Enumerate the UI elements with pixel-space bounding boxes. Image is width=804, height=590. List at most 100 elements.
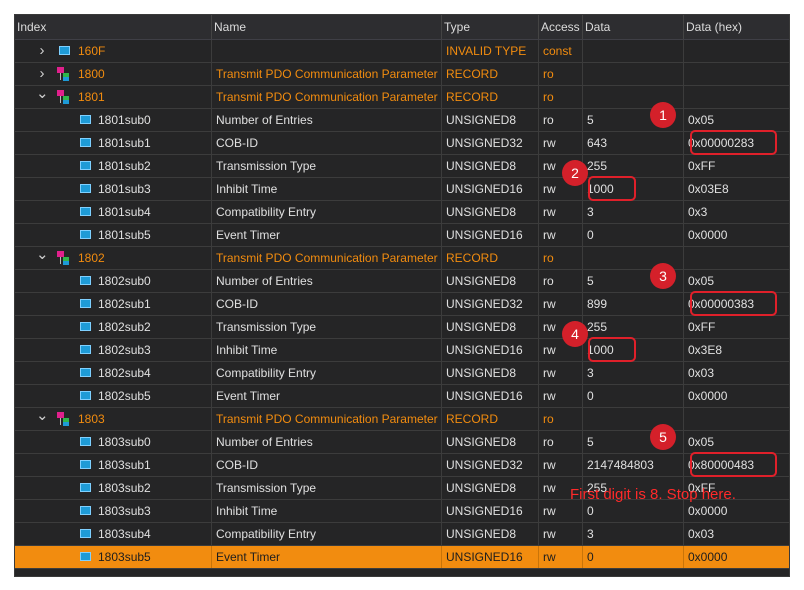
type-cell: UNSIGNED16 [442,385,539,407]
type-cell: UNSIGNED16 [442,224,539,246]
access-cell: rw [539,224,583,246]
collapse-chevron-icon[interactable]: ⌄ [36,247,49,269]
variable-icon [80,460,91,469]
hex-cell [684,86,789,108]
type-cell: UNSIGNED16 [442,546,539,568]
hex-cell: 0x3 [688,205,708,219]
data-cell[interactable]: 0 [583,224,684,246]
subindex-row[interactable]: 1803sub3 Inhibit Time UNSIGNED16 rw 0 0x0000 [15,500,789,523]
subindex-row[interactable]: 1802sub1 COB-ID UNSIGNED32 rw 899 0x00000383 [15,293,789,316]
access-cell: rw [539,500,583,522]
hex-cell: 0x05 [688,435,715,449]
type-cell: RECORD [442,247,539,269]
record-row[interactable]: ⌄ 1803 Transmit PDO Communication Paramete… [15,408,789,431]
collapse-chevron-icon[interactable]: ⌄ [36,86,49,108]
data-cell[interactable] [583,63,684,85]
type-cell: UNSIGNED8 [442,109,539,131]
record-row[interactable]: ⌄ 1802 Transmit PDO Communication Paramete… [15,247,789,270]
index-cell: 1802sub5 [15,385,212,407]
callout-highlight-box [690,130,777,155]
index-label: 1803sub1 [98,458,151,472]
hex-cell: 0x05 [688,113,715,127]
index-label: 160F [78,44,106,58]
column-header-type[interactable]: Type [442,15,539,39]
data-cell[interactable]: 899 [583,293,684,315]
access-cell: ro [539,63,583,85]
index-label: 1802sub0 [98,274,151,288]
column-header-data-hex[interactable]: Data (hex) [684,15,789,39]
variable-icon [80,483,91,492]
grid-header: Index Name Type Access Data Data (hex) [15,15,789,40]
index-cell: ⌄ 1803 [15,408,212,430]
data-cell[interactable]: 255 [583,155,684,177]
name-cell: Compatibility Entry [212,201,442,223]
subindex-row[interactable]: 1801sub4 Compatibility Entry UNSIGNED8 rw 3 0… [15,201,789,224]
subindex-row[interactable]: 1803sub1 COB-ID UNSIGNED32 rw 2147484803 0x80… [15,454,789,477]
expand-chevron-icon[interactable]: › [36,63,48,85]
object-icon [59,46,70,55]
record-row[interactable]: › 1800 Transmit PDO Communication Paramete… [15,63,789,86]
data-cell[interactable] [583,40,684,62]
record-row[interactable]: ⌄ 1801 Transmit PDO Communication Paramete… [15,86,789,109]
expand-chevron-icon[interactable]: › [36,40,48,62]
index-label: 1801sub3 [98,182,151,196]
variable-icon [80,161,91,170]
variable-icon [80,506,91,515]
subindex-row[interactable]: 1802sub3 Inhibit Time UNSIGNED16 rw 1000 0x3E… [15,339,789,362]
hex-cell: 0x0000 [688,504,728,518]
subindex-row[interactable]: 1802sub4 Compatibility Entry UNSIGNED8 rw 3 0… [15,362,789,385]
type-cell: UNSIGNED16 [442,500,539,522]
variable-icon [80,437,91,446]
data-cell[interactable]: 2147484803 [583,454,684,476]
type-cell: UNSIGNED8 [442,316,539,338]
index-cell: 1801sub0 [15,109,212,131]
subindex-row[interactable]: 1801sub2 Transmission Type UNSIGNED8 rw 255 0… [15,155,789,178]
hex-cell [684,40,789,62]
column-header-access[interactable]: Access [539,15,583,39]
index-label: 1801sub2 [98,159,151,173]
index-cell: 1801sub4 [15,201,212,223]
hex-cell: 0x0000 [688,389,728,403]
hex-cell: 0x03E8 [688,182,729,196]
variable-icon [80,529,91,538]
index-cell: 1801sub5 [15,224,212,246]
variable-icon [80,552,91,561]
callout-highlight-box [588,176,636,201]
type-cell: UNSIGNED16 [442,339,539,361]
column-header-name[interactable]: Name [212,15,442,39]
index-cell: 1803sub4 [15,523,212,545]
subindex-row[interactable]: 1802sub5 Event Timer UNSIGNED16 rw 0 0x0000 [15,385,789,408]
index-cell: › 1800 [15,63,212,85]
name-cell: Number of Entries [212,431,442,453]
type-cell: INVALID TYPE [442,40,539,62]
index-cell: 1803sub5 [15,546,212,568]
record-icon [57,251,71,265]
data-cell[interactable]: 255 [583,316,684,338]
column-header-data[interactable]: Data [583,15,684,39]
collapse-chevron-icon[interactable]: ⌄ [36,408,49,430]
data-cell[interactable]: 3 [583,523,684,545]
data-cell[interactable]: 0 [583,385,684,407]
access-cell: rw [539,385,583,407]
index-cell: ⌄ 1802 [15,247,212,269]
column-header-index[interactable]: Index [15,15,212,39]
subindex-row[interactable]: 1801sub3 Inhibit Time UNSIGNED16 rw 1000 0x03… [15,178,789,201]
access-cell: rw [539,201,583,223]
data-cell[interactable]: 3 [583,201,684,223]
index-label: 1801sub4 [98,205,151,219]
callout-highlight-box [690,452,777,477]
data-cell[interactable]: 643 [583,132,684,154]
subindex-row[interactable]: 1802sub2 Transmission Type UNSIGNED8 rw 255 0… [15,316,789,339]
subindex-row[interactable]: 1803sub4 Compatibility Entry UNSIGNED8 rw 3 0… [15,523,789,546]
subindex-row[interactable]: 1803sub5 Event Timer UNSIGNED16 rw 0 0x0000 [15,546,789,569]
type-cell: RECORD [442,86,539,108]
record-row[interactable]: › 160F INVALID TYPE const [15,40,789,63]
data-cell[interactable]: 3 [583,362,684,384]
subindex-row[interactable]: 1801sub5 Event Timer UNSIGNED16 rw 0 0x0000 [15,224,789,247]
name-cell: Transmission Type [212,477,442,499]
data-cell[interactable]: 0 [583,546,684,568]
index-label: 1802sub5 [98,389,151,403]
subindex-row[interactable]: 1801sub1 COB-ID UNSIGNED32 rw 643 0x00000283 [15,132,789,155]
data-cell[interactable]: 0 [583,500,684,522]
name-cell: Transmit PDO Communication Parameter [212,63,442,85]
